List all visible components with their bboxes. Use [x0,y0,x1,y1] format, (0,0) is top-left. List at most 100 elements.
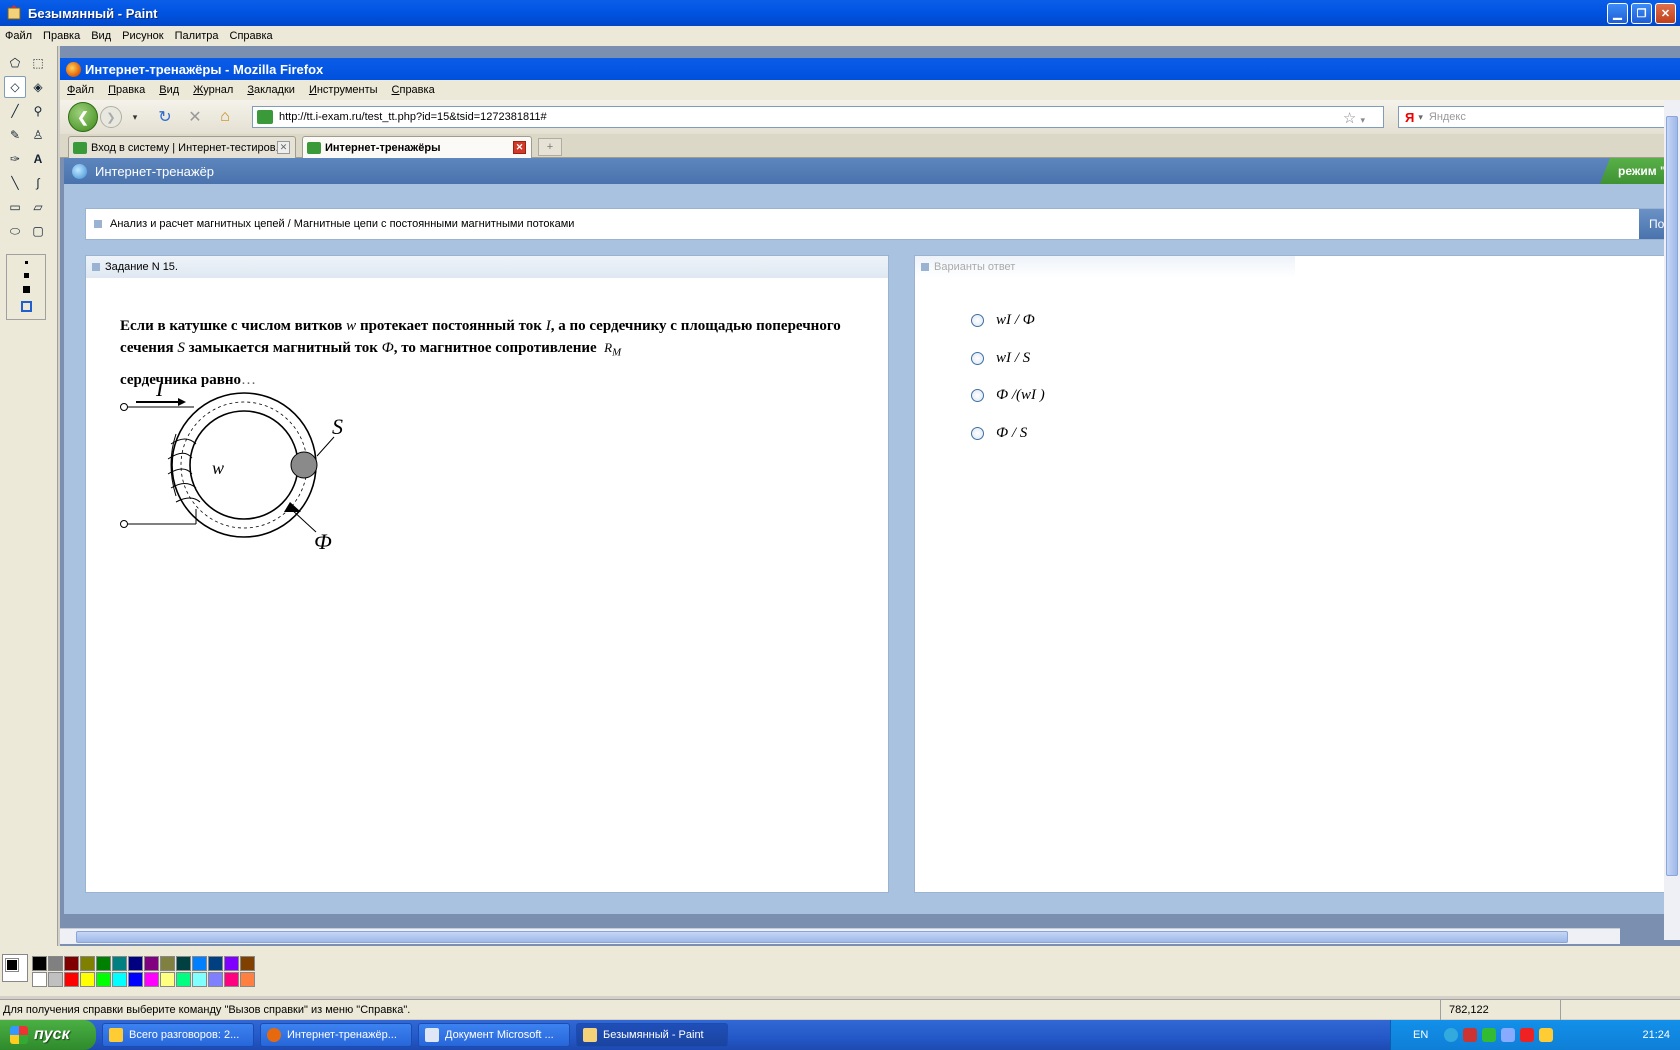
paint-menu-help[interactable]: Справка [225,30,279,42]
forward-arrow-icon[interactable]: ❯ [100,106,122,128]
ff-menu-help[interactable]: Справка [385,84,442,96]
color-swatch[interactable] [80,972,95,987]
fill-bucket-icon[interactable]: ◈ [27,76,49,98]
tray-network-icon[interactable] [1482,1028,1497,1042]
rect-select-icon[interactable]: ⬚ [27,52,49,74]
text-tool-icon[interactable]: A [27,148,49,170]
color-swatch[interactable] [176,972,191,987]
color-swatch[interactable] [160,956,175,971]
taskbar-item-paint[interactable]: Безымянный - Paint [576,1023,728,1047]
color-swatch[interactable] [160,972,175,987]
history-dropdown-icon[interactable]: ▾ [124,106,146,128]
close-button[interactable]: ✕ [1655,3,1676,24]
paint-canvas[interactable]: Интернет-тренажёры - Mozilla Firefox Фай… [60,46,1680,946]
radio-button[interactable] [971,352,984,365]
stop-icon[interactable]: ✕ [184,106,206,128]
taskbar-item-folder[interactable]: Всего разговоров: 2... [102,1023,254,1047]
color-swatch[interactable] [240,972,255,987]
current-colors[interactable] [2,954,28,982]
color-swatch[interactable] [224,972,239,987]
answer-option[interactable]: Ф / S [971,425,1027,442]
ff-menu-edit[interactable]: Правка [101,84,152,96]
ff-menu-tools[interactable]: Инструменты [302,84,385,96]
canvas-horizontal-scrollbar[interactable] [60,928,1620,944]
color-swatch[interactable] [192,956,207,971]
taskbar-item-firefox[interactable]: Интернет-тренажёр... [260,1023,412,1047]
color-swatch[interactable] [224,956,239,971]
url-text[interactable]: http://tt.i-exam.ru/test_tt.php?id=15&ts… [279,111,547,123]
color-swatches[interactable] [32,956,256,988]
url-bar[interactable]: http://tt.i-exam.ru/test_tt.php?id=15&ts… [252,106,1384,128]
curve-icon[interactable]: ∫ [27,172,49,194]
tab-trainers[interactable]: Интернет-тренажёры ✕ [302,136,532,158]
tray-show-icon[interactable] [1444,1028,1459,1042]
back-arrow-icon[interactable]: ❮ [68,102,98,132]
color-swatch[interactable] [48,956,63,971]
ff-menu-history[interactable]: Журнал [186,84,240,96]
color-swatch[interactable] [144,972,159,987]
tab-login[interactable]: Вход в систему | Интернет-тестиров... ✕ [68,136,296,158]
polygon-icon[interactable]: ▱ [27,196,49,218]
color-swatch[interactable] [112,956,127,971]
home-icon[interactable]: ⌂ [214,106,236,128]
free-select-icon[interactable]: ⬠ [4,52,26,74]
airbrush-icon[interactable]: ✑ [4,148,26,170]
paint-menu-colors[interactable]: Палитра [170,30,225,42]
line-icon[interactable]: ╲ [4,172,26,194]
radio-button[interactable] [971,314,984,327]
eraser-size-options[interactable] [6,254,46,320]
color-swatch[interactable] [144,956,159,971]
reload-icon[interactable]: ↻ [154,106,176,128]
color-swatch[interactable] [32,956,47,971]
paint-menu-image[interactable]: Рисунок [117,30,170,42]
color-swatch[interactable] [96,972,111,987]
rectangle-icon[interactable]: ▭ [4,196,26,218]
tray-security-icon[interactable] [1539,1028,1554,1042]
brush-icon[interactable]: ♙ [27,124,49,146]
color-swatch[interactable] [128,972,143,987]
color-swatch[interactable] [208,972,223,987]
search-input[interactable]: Яндекс [1429,111,1466,123]
color-picker-icon[interactable]: ╱ [4,100,26,122]
answer-option[interactable]: wI / Ф [971,312,1035,329]
search-bar[interactable]: Я ▾ Яндекс [1398,106,1680,128]
pencil-icon[interactable]: ✎ [4,124,26,146]
tray-antivirus-icon[interactable] [1520,1028,1535,1042]
new-tab-icon[interactable]: + [538,138,562,156]
eraser-icon[interactable]: ◇ [4,76,26,98]
color-swatch[interactable] [128,956,143,971]
restore-button[interactable]: ❐ [1631,3,1652,24]
paint-title-bar[interactable]: Безымянный - Paint ▁ ❐ ✕ [0,0,1680,26]
radio-button[interactable] [971,389,984,402]
magnifier-icon[interactable]: ⚲ [27,100,49,122]
taskbar-item-word[interactable]: Документ Microsoft ... [418,1023,570,1047]
color-swatch[interactable] [112,972,127,987]
tab-close-icon[interactable]: ✕ [513,141,526,154]
canvas-vertical-scrollbar[interactable] [1664,100,1680,940]
yandex-logo-icon[interactable]: Я [1405,110,1414,125]
color-swatch[interactable] [208,956,223,971]
color-swatch[interactable] [240,956,255,971]
bookmark-star-icon[interactable]: ☆ ▾ [1343,109,1365,127]
paint-menu-view[interactable]: Вид [86,30,117,42]
color-swatch[interactable] [32,972,47,987]
rounded-rect-icon[interactable]: ▢ [27,220,49,242]
tray-volume-icon[interactable] [1501,1028,1516,1042]
minimize-button[interactable]: ▁ [1607,3,1628,24]
start-button[interactable]: пуск [0,1020,96,1050]
ff-menu-file[interactable]: Файл [60,84,101,96]
ellipse-icon[interactable]: ⬭ [4,220,26,242]
answer-option[interactable]: wI / S [971,350,1030,367]
paint-menu-edit[interactable]: Правка [38,30,86,42]
language-indicator[interactable]: EN [1413,1029,1428,1041]
color-swatch[interactable] [64,972,79,987]
tab-close-icon[interactable]: ✕ [277,141,290,154]
paint-menu-file[interactable]: Файл [0,30,38,42]
color-swatch[interactable] [96,956,111,971]
color-swatch[interactable] [192,972,207,987]
ff-menu-bookmarks[interactable]: Закладки [240,84,302,96]
color-swatch[interactable] [64,956,79,971]
color-swatch[interactable] [176,956,191,971]
search-engine-dropdown-icon[interactable]: ▾ [1418,112,1423,123]
radio-button[interactable] [971,427,984,440]
